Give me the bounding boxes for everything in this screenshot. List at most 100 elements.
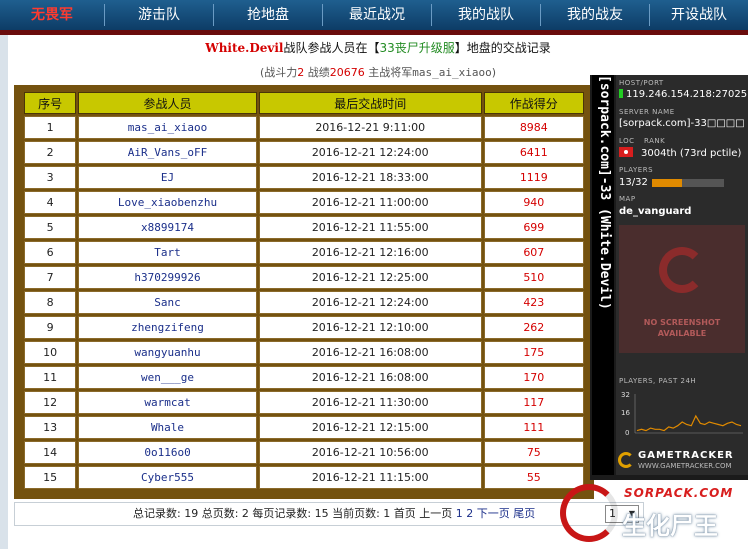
row-index: 8 xyxy=(24,291,77,314)
row-index: 15 xyxy=(24,466,77,489)
row-score: 8984 xyxy=(483,116,584,139)
row-player-name[interactable]: zhengzifeng xyxy=(78,316,257,339)
watermark-text-1: SORPACK.COM xyxy=(624,486,734,500)
row-score: 75 xyxy=(483,441,584,464)
host-label: HOST/PORT xyxy=(619,79,664,87)
table-row: 15 Cyber555 2016-12-21 11:15:00 55 xyxy=(24,466,584,489)
row-last-battle-time: 2016-12-21 16:08:00 xyxy=(258,341,482,364)
row-index: 2 xyxy=(24,141,77,164)
row-player-name[interactable]: Love_xiaobenzhu xyxy=(78,191,257,214)
row-last-battle-time: 2016-12-21 9:11:00 xyxy=(258,116,482,139)
title-text-1: 战队参战人员在【 xyxy=(283,41,380,55)
row-score: 1119 xyxy=(483,166,584,189)
row-player-name[interactable]: wangyuanhu xyxy=(78,341,257,364)
row-score: 940 xyxy=(483,191,584,214)
stats-close-paren: ) xyxy=(491,66,497,79)
row-index: 10 xyxy=(24,341,77,364)
players-progress-bar xyxy=(652,179,724,187)
row-last-battle-time: 2016-12-21 12:10:00 xyxy=(258,316,482,339)
row-player-name[interactable]: wen___ge xyxy=(78,366,257,389)
players-graph: 32 16 0 xyxy=(621,391,743,437)
row-player-name[interactable]: x8899174 xyxy=(78,216,257,239)
page-link-1[interactable]: 1 xyxy=(456,507,463,520)
nav-item-grab-territory[interactable]: 抢地盘 xyxy=(214,0,322,30)
row-player-name[interactable]: EJ xyxy=(78,166,257,189)
table-row: 1 mas_ai_xiaoo 2016-12-21 9:11:00 8984 xyxy=(24,116,584,139)
table-row: 14 0o116o0 2016-12-21 10:56:00 75 xyxy=(24,441,584,464)
no-screenshot-placeholder: NO SCREENSHOT AVAILABLE xyxy=(619,225,745,353)
row-last-battle-time: 2016-12-21 12:16:00 xyxy=(258,241,482,264)
row-last-battle-time: 2016-12-21 12:24:00 xyxy=(258,141,482,164)
no-screenshot-line2: AVAILABLE xyxy=(657,329,707,338)
graph-label: PLAYERS, PAST 24H xyxy=(619,377,697,385)
watermark-text-2: 生化尸王 xyxy=(622,512,718,540)
server-name-link[interactable]: 33丧尸升级服 xyxy=(379,41,454,55)
table-row: 4 Love_xiaobenzhu 2016-12-21 11:00:00 940 xyxy=(24,191,584,214)
stats-label-general: 主战将军 xyxy=(364,66,413,79)
gametracker-g-icon xyxy=(618,452,634,468)
gametracker-logo-icon xyxy=(659,247,705,293)
row-last-battle-time: 2016-12-21 11:30:00 xyxy=(258,391,482,414)
table-row: 13 Whale 2016-12-21 12:15:00 111 xyxy=(24,416,584,439)
site-watermark: SORPACK.COM 生化尸王 xyxy=(560,480,748,549)
row-player-name[interactable]: Sanc xyxy=(78,291,257,314)
stats-label-score: 战绩 xyxy=(304,66,330,79)
records-table-panel: 序号 参战人员 最后交战时间 作战得分 1 mas_ai_xiaoo 2016-12… xyxy=(14,85,594,499)
row-last-battle-time: 2016-12-21 12:24:00 xyxy=(258,291,482,314)
top-nav: 无畏军 游击队 抢地盘 最近战况 我的战队 我的战友 开设战队 xyxy=(0,0,748,30)
row-player-name[interactable]: Whale xyxy=(78,416,257,439)
row-score: 6411 xyxy=(483,141,584,164)
row-index: 1 xyxy=(24,116,77,139)
table-row: 3 EJ 2016-12-21 18:33:00 1119 xyxy=(24,166,584,189)
table-row: 10 wangyuanhu 2016-12-21 16:08:00 175 xyxy=(24,341,584,364)
table-row: 5 x8899174 2016-12-21 11:55:00 699 xyxy=(24,216,584,239)
nav-item-recent-battles[interactable]: 最近战况 xyxy=(323,0,431,30)
table-row: 8 Sanc 2016-12-21 12:24:00 423 xyxy=(24,291,584,314)
row-score: 510 xyxy=(483,266,584,289)
rank-label: RANK xyxy=(644,137,666,145)
row-player-name[interactable]: h370299926 xyxy=(78,266,257,289)
gametracker-brand[interactable]: GAMETRACKER WWW.GAMETRACKER.COM xyxy=(616,447,748,473)
team-name[interactable]: White.Devil xyxy=(205,41,283,55)
page-link-2[interactable]: 2 xyxy=(466,507,473,520)
row-player-name[interactable]: Cyber555 xyxy=(78,466,257,489)
host-value-row: 119.246.154.218:27025 xyxy=(619,89,747,100)
row-last-battle-time: 2016-12-21 16:08:00 xyxy=(258,366,482,389)
nav-item-wuweijun[interactable]: 无畏军 xyxy=(0,0,104,30)
row-score: 607 xyxy=(483,241,584,264)
nav-item-my-team[interactable]: 我的战队 xyxy=(432,0,540,30)
row-index: 13 xyxy=(24,416,77,439)
pagination-text: 总记录数: 19 总页数: 2 每页记录数: 15 当前页数: 1 首页 上一页… xyxy=(133,503,535,525)
row-player-name[interactable]: AiR_Vans_oFF xyxy=(78,141,257,164)
table-header-row: 序号 参战人员 最后交战时间 作战得分 xyxy=(24,92,584,114)
col-header-last-battle-time: 最后交战时间 xyxy=(258,92,482,114)
col-header-index: 序号 xyxy=(24,92,77,114)
row-player-name[interactable]: mas_ai_xiaoo xyxy=(78,116,257,139)
row-last-battle-time: 2016-12-21 10:56:00 xyxy=(258,441,482,464)
title-text-2: 】地盘的交战记录 xyxy=(454,41,551,55)
row-player-name[interactable]: warmcat xyxy=(78,391,257,414)
banner-vertical-title: [sorpack.com]-33 (White.Devil) xyxy=(592,75,614,475)
nav-item-my-comrades[interactable]: 我的战友 xyxy=(541,0,649,30)
row-last-battle-time: 2016-12-21 11:15:00 xyxy=(258,466,482,489)
no-screenshot-text: NO SCREENSHOT AVAILABLE xyxy=(619,317,745,339)
loc-label: LOC xyxy=(619,137,635,145)
host-value: 119.246.154.218:27025 xyxy=(626,89,748,100)
row-player-name[interactable]: Tart xyxy=(78,241,257,264)
next-page-link[interactable]: 下一页 xyxy=(477,507,510,520)
map-value: de_vanguard xyxy=(619,206,692,217)
row-index: 14 xyxy=(24,441,77,464)
server-name-label: SERVER NAME xyxy=(619,108,675,116)
last-page-link[interactable]: 尾页 xyxy=(513,507,535,520)
gametracker-wordmark: GAMETRACKER xyxy=(638,450,734,461)
nav-item-guerrilla[interactable]: 游击队 xyxy=(105,0,213,30)
server-banner[interactable]: [sorpack.com]-33 (White.Devil) HOST/PORT… xyxy=(590,75,748,480)
row-player-name[interactable]: 0o116o0 xyxy=(78,441,257,464)
col-header-player: 参战人员 xyxy=(78,92,257,114)
banner-info: HOST/PORT 119.246.154.218:27025 SERVER N… xyxy=(616,75,748,475)
row-score: 423 xyxy=(483,291,584,314)
row-index: 11 xyxy=(24,366,77,389)
nav-item-create-team[interactable]: 开设战队 xyxy=(650,0,748,30)
table-row: 9 zhengzifeng 2016-12-21 12:10:00 262 xyxy=(24,316,584,339)
row-last-battle-time: 2016-12-21 11:00:00 xyxy=(258,191,482,214)
